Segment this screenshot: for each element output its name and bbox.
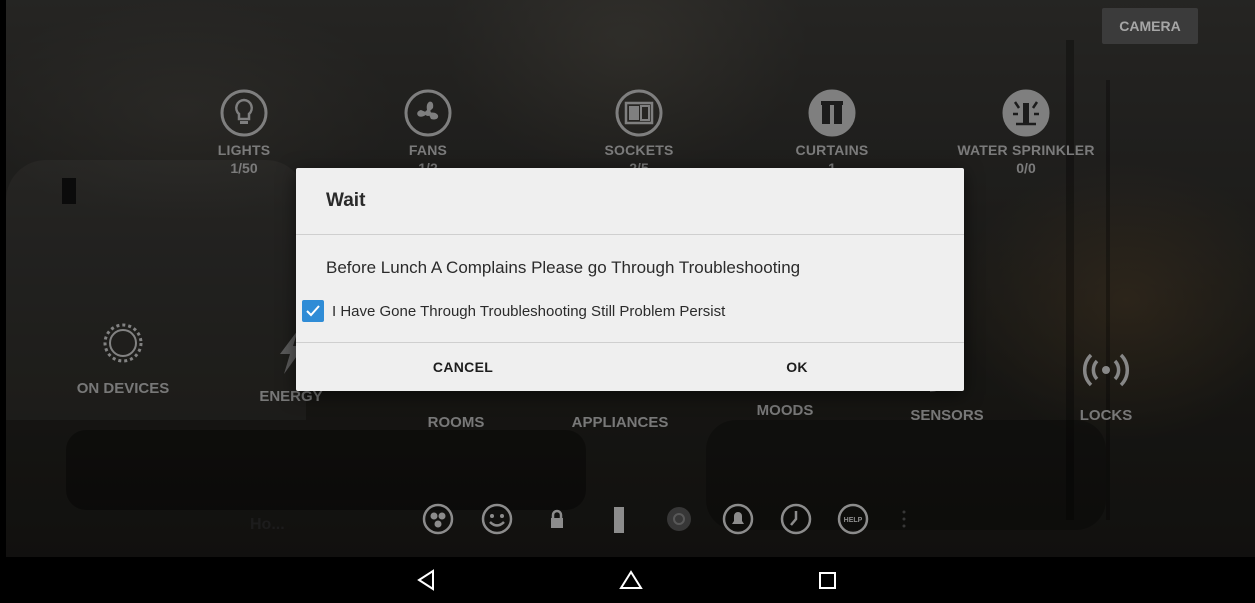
camera-button[interactable]: CAMERA: [1102, 8, 1198, 44]
checkbox-label: I Have Gone Through Troubleshooting Stil…: [332, 302, 726, 320]
dialog-title: Wait: [326, 190, 366, 211]
feature-label: ON DEVICES: [76, 380, 170, 397]
quick-action-bar: HELP: [6, 495, 1255, 543]
category-sockets[interactable]: SOCKETS 2/5: [554, 88, 724, 176]
category-label: SOCKETS: [604, 142, 674, 158]
category-label: FANS: [408, 142, 448, 158]
more-icon[interactable]: [888, 503, 920, 535]
system-nav-bar: [0, 557, 1255, 603]
group-icon[interactable]: [422, 503, 454, 535]
feature-label: MOODS: [756, 402, 814, 419]
power-ring-icon: [103, 323, 143, 363]
help-icon[interactable]: HELP: [837, 503, 869, 535]
lock-icon[interactable]: [541, 503, 573, 535]
settings-icon[interactable]: [663, 503, 695, 535]
panel-icon[interactable]: [603, 503, 635, 535]
back-icon[interactable]: [413, 566, 441, 594]
category-label: WATER SPRINKLER: [957, 142, 1095, 158]
feature-label: SENSORS: [910, 407, 984, 424]
bulb-icon: [220, 89, 268, 137]
dialog-divider: [296, 234, 964, 235]
wireless-icon: [1083, 353, 1129, 387]
socket-icon: [615, 89, 663, 137]
svg-text:HELP: HELP: [844, 517, 863, 524]
dialog-message: Before Lunch A Complains Please go Throu…: [326, 258, 801, 277]
feature-label: LOCKS: [1079, 407, 1133, 424]
home-icon[interactable]: [617, 566, 645, 594]
category-label: LIGHTS: [217, 142, 271, 158]
category-count: 0/0: [1016, 160, 1036, 176]
feature-locks[interactable]: LOCKS: [1021, 345, 1191, 424]
wait-dialog: Wait Before Lunch A Complains Please go …: [296, 168, 964, 391]
fan-icon: [404, 89, 452, 137]
sprinkler-icon: [1002, 89, 1050, 137]
feature-on-devices[interactable]: ON DEVICES: [38, 318, 208, 397]
category-lights[interactable]: LIGHTS 1/50: [159, 88, 329, 176]
category-label: CURTAINS: [795, 142, 869, 158]
ok-button[interactable]: OK: [630, 343, 964, 391]
feature-label: ROOMS: [427, 414, 485, 431]
troubleshoot-checkbox-row[interactable]: I Have Gone Through Troubleshooting Stil…: [302, 300, 725, 322]
category-curtains[interactable]: CURTAINS 1: [747, 88, 917, 176]
curtain-icon: [808, 89, 856, 137]
category-fans[interactable]: FANS 1/2: [343, 88, 513, 176]
smiley-icon[interactable]: [481, 503, 513, 535]
feature-label: APPLIANCES: [571, 414, 669, 431]
troubleshoot-checkbox[interactable]: [302, 300, 324, 322]
recents-icon[interactable]: [814, 566, 842, 594]
cancel-button[interactable]: CANCEL: [296, 343, 630, 391]
check-icon: [306, 305, 320, 317]
clock-icon[interactable]: [780, 503, 812, 535]
category-water-sprinkler[interactable]: WATER SPRINKLER 0/0: [941, 88, 1111, 176]
bell-icon[interactable]: [722, 503, 754, 535]
